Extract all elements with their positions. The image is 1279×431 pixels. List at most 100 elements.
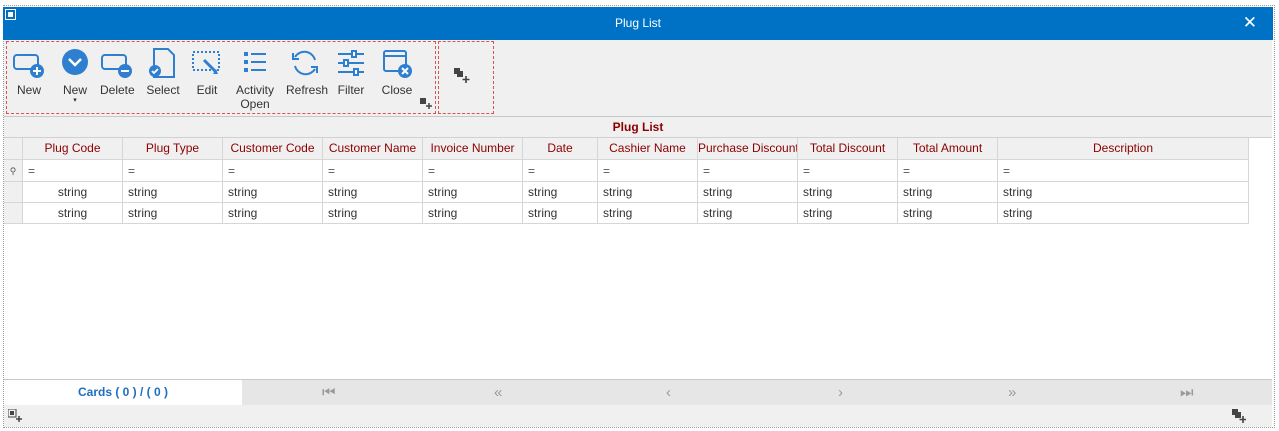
table-cell[interactable]: string bbox=[323, 203, 423, 224]
last-page-icon[interactable]: ⏭ bbox=[1180, 384, 1194, 401]
table-cell[interactable]: string bbox=[23, 182, 123, 203]
grid-filter-row: ⚲ = = = = = = = = = = = bbox=[4, 160, 1249, 182]
column-header[interactable]: Purchase Discount bbox=[698, 138, 798, 160]
activity-list-icon bbox=[244, 52, 266, 72]
filter-cell[interactable]: = bbox=[23, 160, 123, 182]
window-menu-icon[interactable] bbox=[5, 9, 16, 20]
column-header[interactable]: Plug Code bbox=[23, 138, 123, 160]
table-row[interactable]: string string string string string string stri… bbox=[4, 203, 1249, 224]
select-button[interactable]: Select bbox=[146, 46, 180, 97]
select-document-icon bbox=[149, 48, 175, 78]
delete-button-label: Delete bbox=[100, 83, 135, 97]
fast-back-icon[interactable]: « bbox=[494, 384, 502, 401]
column-header[interactable]: Total Discount bbox=[798, 138, 898, 160]
table-cell[interactable]: string bbox=[898, 203, 998, 224]
add-group-icon[interactable] bbox=[454, 68, 470, 84]
table-row[interactable]: string string string string string string stri… bbox=[4, 182, 1249, 203]
filter-button-label: Filter bbox=[337, 83, 365, 97]
first-page-icon[interactable]: ⏮ bbox=[322, 384, 336, 401]
table-cell[interactable]: string bbox=[523, 203, 598, 224]
layout-add-icon[interactable] bbox=[8, 409, 22, 423]
chevron-down-icon: ▾ bbox=[73, 97, 77, 104]
filter-cell[interactable]: = bbox=[698, 160, 798, 182]
select-button-label: Select bbox=[146, 83, 180, 97]
window-title: Plug List bbox=[614, 16, 662, 30]
header-indicator-cell bbox=[4, 138, 23, 160]
data-grid: Plug List Plug Code Plug Type Customer Cod… bbox=[4, 116, 1272, 379]
new-dropdown-button[interactable]: New ▾ bbox=[58, 46, 92, 105]
table-cell[interactable]: string bbox=[323, 182, 423, 203]
table-cell[interactable]: string bbox=[423, 182, 523, 203]
table-cell[interactable]: string bbox=[223, 203, 323, 224]
filter-cell[interactable]: = bbox=[998, 160, 1249, 182]
table-cell[interactable]: string bbox=[698, 182, 798, 203]
table-cell[interactable]: string bbox=[698, 203, 798, 224]
table-cell[interactable]: string bbox=[998, 203, 1249, 224]
activity-open-button[interactable]: Activity Open bbox=[234, 46, 276, 111]
column-header[interactable]: Plug Type bbox=[123, 138, 223, 160]
table-cell[interactable]: string bbox=[523, 182, 598, 203]
table-cell[interactable]: string bbox=[423, 203, 523, 224]
next-icon[interactable]: › bbox=[838, 384, 843, 401]
grid-title: Plug List bbox=[4, 117, 1272, 138]
row-indicator-cell bbox=[4, 203, 23, 224]
table-cell[interactable]: string bbox=[598, 182, 698, 203]
table-cell[interactable]: string bbox=[898, 182, 998, 203]
add-item-icon[interactable] bbox=[420, 98, 432, 110]
close-button[interactable]: Close bbox=[380, 46, 414, 97]
grid-header-row: Plug Code Plug Type Customer Code Customer … bbox=[4, 138, 1249, 160]
fast-forward-icon[interactable]: » bbox=[1008, 384, 1016, 401]
edit-button[interactable]: Edit bbox=[190, 46, 224, 97]
filter-button[interactable]: Filter bbox=[334, 46, 368, 97]
filter-cell[interactable]: = bbox=[423, 160, 523, 182]
column-header[interactable]: Total Amount bbox=[898, 138, 998, 160]
new-dropdown-label: New bbox=[62, 83, 87, 97]
filter-row-pin-icon: ⚲ bbox=[4, 160, 23, 182]
previous-icon[interactable]: ‹ bbox=[666, 384, 671, 401]
activity-open-label-2: Open bbox=[240, 97, 270, 111]
delete-button[interactable]: Delete bbox=[100, 46, 135, 97]
close-card-icon bbox=[383, 50, 412, 78]
table-cell[interactable]: string bbox=[123, 182, 223, 203]
filter-cell[interactable]: = bbox=[523, 160, 598, 182]
table-cell[interactable]: string bbox=[23, 203, 123, 224]
table-cell[interactable]: string bbox=[798, 182, 898, 203]
filter-cell[interactable]: = bbox=[598, 160, 698, 182]
refresh-button[interactable]: Refresh bbox=[286, 46, 329, 97]
status-bar bbox=[4, 405, 1272, 427]
filter-cell[interactable]: = bbox=[323, 160, 423, 182]
table-cell[interactable]: string bbox=[798, 203, 898, 224]
add-group-icon-bottom[interactable] bbox=[1232, 409, 1246, 423]
filter-cell[interactable]: = bbox=[898, 160, 998, 182]
column-header[interactable]: Cashier Name bbox=[598, 138, 698, 160]
filter-cell[interactable]: = bbox=[223, 160, 323, 182]
delete-card-icon bbox=[101, 54, 132, 78]
filter-icon bbox=[338, 50, 364, 76]
column-header[interactable]: Customer Code bbox=[223, 138, 323, 160]
grid-footer: Cards ( 0 ) / ( 0 ) ⏮ « ‹ › » ⏭ bbox=[4, 379, 1272, 405]
new-button-label: New bbox=[16, 83, 41, 97]
table-cell[interactable]: string bbox=[223, 182, 323, 203]
toolbar: New New ▾ Delete Select Edit Activity Op… bbox=[4, 40, 1272, 116]
dropdown-circle-icon bbox=[62, 49, 88, 75]
table-cell[interactable]: string bbox=[123, 203, 223, 224]
title-bar: Plug List ✕ bbox=[3, 7, 1273, 40]
column-header[interactable]: Description bbox=[998, 138, 1249, 160]
close-button-label: Close bbox=[381, 83, 413, 97]
filter-cell[interactable]: = bbox=[123, 160, 223, 182]
table-cell[interactable]: string bbox=[598, 203, 698, 224]
edit-button-label: Edit bbox=[196, 83, 218, 97]
new-card-icon bbox=[13, 54, 44, 78]
filter-cell[interactable]: = bbox=[798, 160, 898, 182]
column-header[interactable]: Date bbox=[523, 138, 598, 160]
activity-open-label-1: Activity bbox=[235, 83, 274, 97]
refresh-button-label: Refresh bbox=[286, 83, 329, 97]
refresh-icon bbox=[292, 50, 318, 76]
row-indicator-cell bbox=[4, 182, 23, 203]
column-header[interactable]: Invoice Number bbox=[423, 138, 523, 160]
table-cell[interactable]: string bbox=[998, 182, 1249, 203]
new-button[interactable]: New bbox=[12, 46, 46, 97]
close-icon[interactable]: ✕ bbox=[1243, 13, 1257, 33]
cards-count: Cards ( 0 ) / ( 0 ) bbox=[4, 380, 242, 405]
column-header[interactable]: Customer Name bbox=[323, 138, 423, 160]
